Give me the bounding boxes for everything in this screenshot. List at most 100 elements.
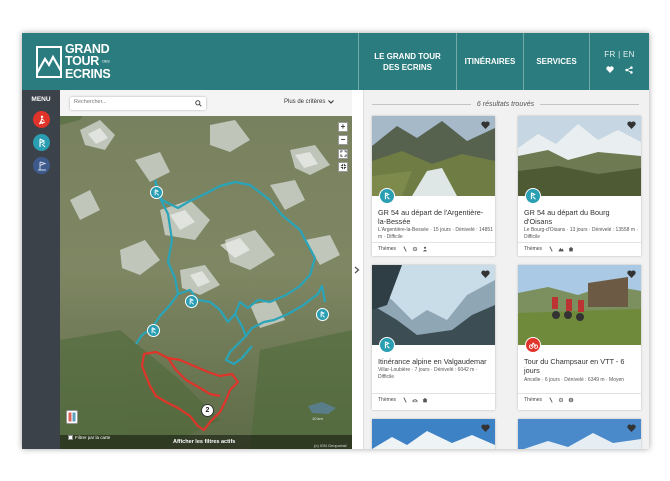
sidebar-poi-button[interactable] [33, 157, 50, 174]
favorite-heart-icon[interactable] [627, 424, 636, 432]
globe-icon [568, 397, 574, 403]
nav-services[interactable]: SERVICES [523, 33, 589, 90]
logo-wordmark: GRAND TOUR DES ECRINS [65, 43, 111, 80]
left-sidebar: MENU [22, 90, 60, 449]
share-icon[interactable] [625, 66, 633, 74]
result-card[interactable]: GR 54 au départ de l'Argentière-la-Bessé… [372, 116, 495, 256]
mountain-icon [558, 247, 564, 252]
card-photo[interactable] [372, 419, 495, 449]
filter-checkbox[interactable] [68, 435, 73, 440]
menu-label[interactable]: MENU [22, 96, 60, 103]
trekking-icon [189, 298, 194, 305]
map-credit: (c) IGN Geoportail [314, 443, 347, 448]
reset-view-button[interactable] [338, 162, 348, 172]
zoom-out-button[interactable]: − [338, 135, 348, 145]
themes-label: Thèmes [524, 397, 543, 403]
misty-valley-photo [372, 265, 495, 345]
app-window: GRAND TOUR DES ECRINS LE GRAND TOUR DES … [22, 33, 649, 449]
zoom-in-button[interactable]: + [338, 122, 348, 132]
collapse-icon [340, 163, 346, 170]
favorite-heart-icon[interactable] [627, 270, 636, 278]
filter-by-map[interactable]: Filtrer par la carte [68, 435, 110, 440]
card-photo[interactable] [372, 116, 495, 196]
nav-grand-tour[interactable]: LE GRAND TOUR DES ECRINS [358, 33, 456, 90]
mountain-bikers-photo [518, 265, 641, 345]
show-active-filters[interactable]: Afficher les filtres actifs [173, 439, 235, 445]
themes-label: Thèmes [378, 397, 397, 403]
result-card[interactable]: Tour du Champsaur en VTT - 6 jours Ancel… [518, 265, 641, 410]
hiking-stick-icon [403, 397, 407, 403]
map-marker-trek-1[interactable] [150, 186, 163, 199]
card-title[interactable]: GR 54 au départ de l'Argentière-la-Bessé… [378, 208, 490, 226]
layer-switcher-button[interactable] [66, 410, 78, 424]
favorite-heart-icon[interactable] [481, 121, 490, 129]
sidebar-hiking-button[interactable] [33, 111, 50, 128]
layers-icon [68, 412, 76, 422]
more-criteria-button[interactable]: Plus de critères [284, 99, 335, 105]
trekking-badge [525, 188, 541, 204]
result-card[interactable]: Itinérance alpine en Valgaudemar Villar-… [372, 265, 495, 410]
map-scale-label: 10 km [312, 416, 323, 421]
panel-collapse-handle[interactable] [352, 90, 364, 449]
logo-line-2-wrap: TOUR DES [65, 55, 110, 68]
favorites-heart-icon[interactable] [606, 66, 614, 73]
map-scale: 10 km [312, 416, 323, 421]
card-photo[interactable] [518, 116, 641, 196]
map-cluster-marker[interactable]: 2 [201, 404, 214, 417]
search-box[interactable] [70, 97, 206, 110]
hiking-stick-icon [549, 397, 553, 403]
card-themes: Thèmes [372, 242, 495, 255]
cluster-count: 2 [205, 407, 210, 414]
divider [540, 103, 640, 105]
fullscreen-button[interactable] [338, 149, 348, 159]
divider [372, 103, 471, 105]
favorite-heart-icon[interactable] [481, 270, 490, 278]
mountain-valley-photo [372, 116, 495, 196]
card-photo[interactable] [518, 419, 641, 449]
map-panel[interactable]: Plus de critères + − 2 10 km [60, 90, 352, 449]
site-logo[interactable]: GRAND TOUR DES ECRINS [36, 43, 120, 83]
flag-icon [37, 161, 47, 170]
sidebar-trekking-button[interactable] [33, 134, 50, 151]
search-icon[interactable] [195, 100, 202, 107]
map-marker-trek-4[interactable] [316, 308, 329, 321]
map-marker-trek-3[interactable] [147, 324, 160, 337]
lang-en[interactable]: EN [623, 50, 635, 59]
trekking-icon [530, 192, 536, 200]
card-title[interactable]: GR 54 au départ du Bourg d'Oisans [524, 208, 636, 226]
trekking-badge [379, 337, 395, 353]
nav-itineraires-label: ITINÉRAIRES [464, 57, 516, 66]
result-card[interactable] [372, 419, 495, 449]
trekking-icon [320, 311, 325, 318]
map-marker-trek-2[interactable] [185, 295, 198, 308]
nav-itineraires[interactable]: ITINÉRAIRES [456, 33, 523, 90]
logo-line-2: TOUR [65, 54, 99, 68]
card-photo[interactable] [372, 265, 495, 345]
themes-label: Thèmes [524, 246, 543, 252]
nav-services-label: SERVICES [536, 57, 577, 66]
card-title[interactable]: Itinérance alpine en Valgaudemar [378, 357, 490, 366]
card-meta: Ancelle · 6 jours · Dénivelé : 6349 m · … [524, 377, 625, 383]
favorite-heart-icon[interactable] [481, 424, 490, 432]
search-input[interactable] [74, 99, 194, 105]
mountain-logo-icon [36, 46, 62, 78]
trekking-icon [154, 189, 159, 196]
trekking-icon [384, 341, 390, 349]
logo-line-2-small: DES [102, 58, 110, 64]
filter-by-map-label: Filtrer par la carte [75, 435, 111, 440]
lang-fr[interactable]: FR [604, 50, 615, 59]
header-tools: FR | EN [589, 33, 649, 90]
house-icon [568, 246, 574, 252]
result-card[interactable] [518, 419, 641, 449]
terrain-map[interactable] [60, 90, 352, 449]
card-meta: L'Argentière-la-Bessée · 15 jours · Déni… [378, 227, 493, 240]
result-card[interactable]: GR 54 au départ du Bourg d'Oisans Le Bou… [518, 116, 641, 256]
card-title[interactable]: Tour du Champsaur en VTT - 6 jours [524, 357, 636, 375]
alpine-meadow-photo [518, 116, 641, 196]
more-criteria-label: Plus de critères [284, 99, 326, 105]
trekking-icon [384, 192, 390, 200]
card-photo[interactable] [518, 265, 641, 345]
header-icons [606, 66, 633, 74]
favorite-heart-icon[interactable] [627, 121, 636, 129]
themes-label: Thèmes [378, 246, 397, 252]
